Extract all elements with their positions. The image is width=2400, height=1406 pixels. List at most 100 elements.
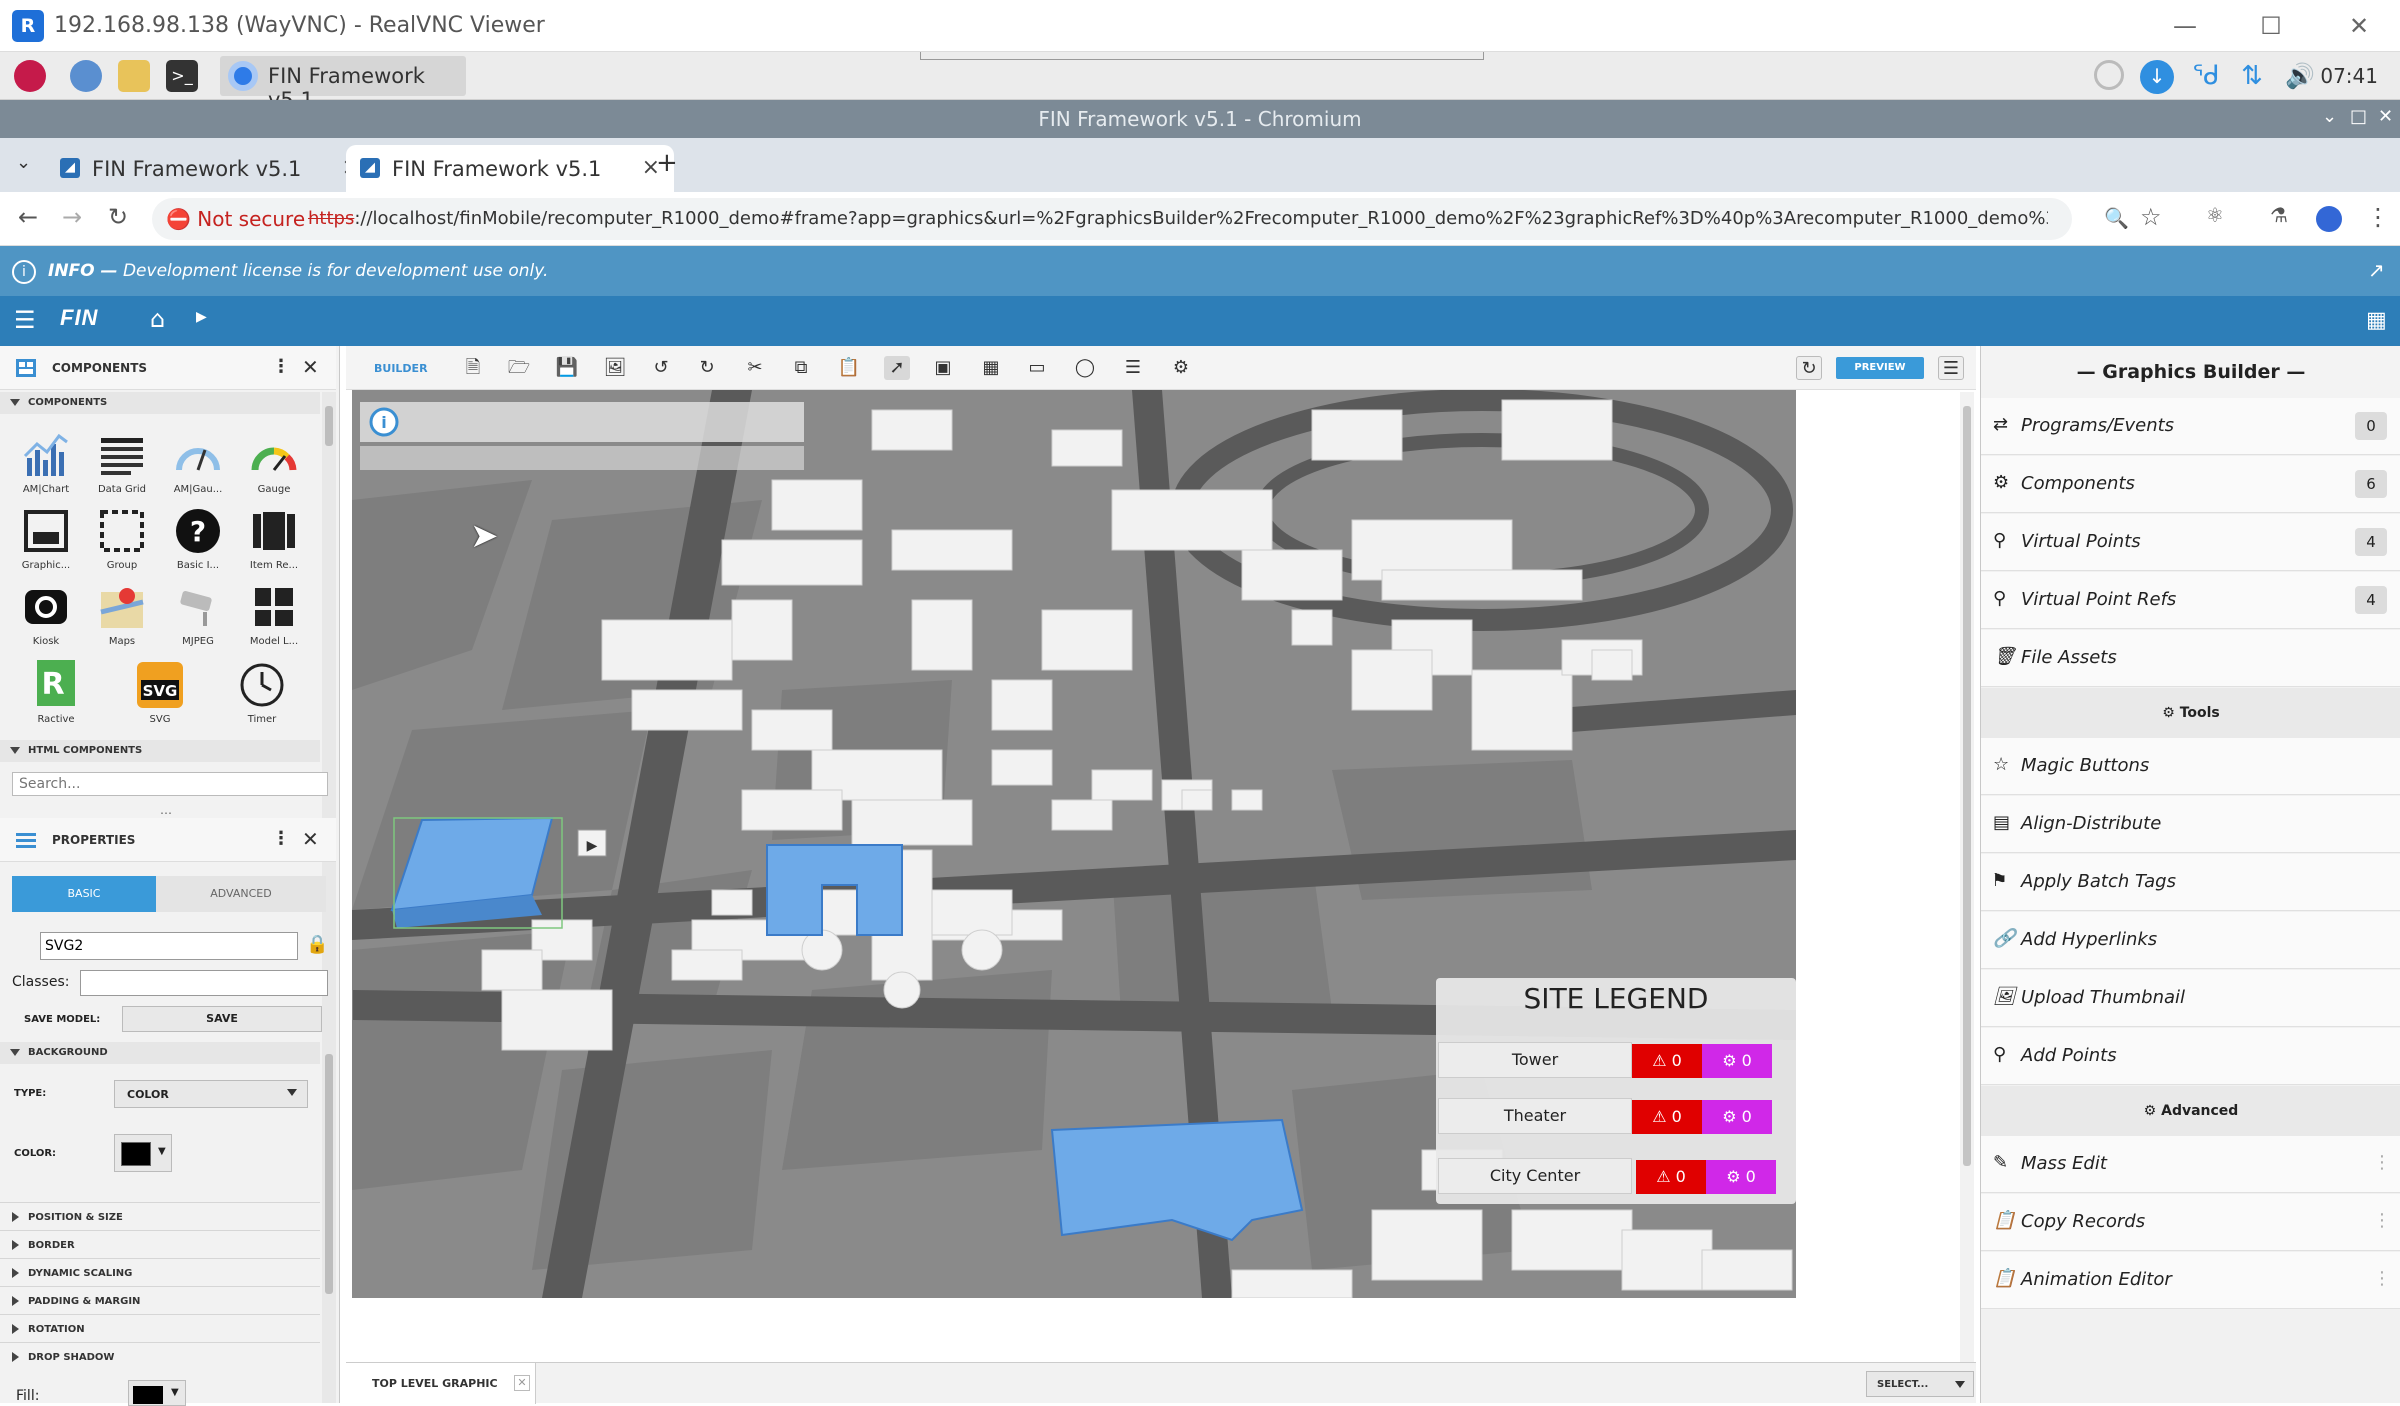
not-secure-badge[interactable]: ⛔ Not secure	[166, 207, 305, 231]
section-border[interactable]: BORDER	[0, 1230, 320, 1258]
redo-icon[interactable]: ↻	[694, 356, 720, 380]
omnibox[interactable]: ⛔ Not secure https://localhost/finMobile…	[152, 198, 2129, 240]
file-assets-item[interactable]: 🗑 File Assets	[1981, 630, 2400, 687]
bookmark-star-icon[interactable]: ☆	[2140, 203, 2162, 231]
zoom-icon[interactable]: 🔍	[2104, 206, 2129, 230]
section-padding-margin[interactable]: PADDING & MARGIN	[0, 1286, 320, 1314]
copy-records-item[interactable]: 📋 Copy Records ⋮	[1981, 1194, 2400, 1251]
properties-panel-menu-icon[interactable]: ⋮	[272, 828, 290, 849]
network-icon[interactable]: ⇅	[2236, 60, 2268, 92]
top-level-graphic-tab[interactable]: TOP LEVEL GRAPHIC	[346, 1363, 536, 1404]
virtual-point-refs-item[interactable]: ⚲ Virtual Point Refs 4	[1981, 572, 2400, 629]
upload-thumbnail-item[interactable]: 🖼 Upload Thumbnail	[1981, 970, 2400, 1027]
properties-panel-close-icon[interactable]: ✕	[302, 827, 319, 851]
apps-grid-icon[interactable]: ▦	[2366, 308, 2387, 333]
breadcrumb-arrow-icon[interactable]: ▶	[196, 309, 207, 325]
new-tab-icon[interactable]: +	[656, 148, 678, 178]
preview-button[interactable]: PREVIEW	[1836, 357, 1924, 379]
component-kiosk[interactable]: Kiosk	[14, 582, 78, 654]
align-distribute-item[interactable]: ▤ Align-Distribute	[1981, 796, 2400, 853]
new-file-icon[interactable]: 🗎	[460, 356, 486, 380]
taskbar-chromium-task[interactable]: FIN Framework v5.1 ..	[220, 56, 466, 112]
alarm-count[interactable]: ⚠ 0	[1632, 1044, 1702, 1078]
adjust-icon[interactable]: ⚙	[1168, 356, 1194, 380]
background-section-header[interactable]: BACKGROUND	[0, 1042, 320, 1064]
select-dropdown[interactable]: SELECT...	[1866, 1371, 1974, 1397]
tab-1[interactable]: ◢ FIN Framework v5.1 ×	[46, 145, 374, 192]
undo-icon[interactable]: ↺	[648, 356, 674, 380]
refresh-icon[interactable]: ↻	[1796, 356, 1822, 380]
section-rotation[interactable]: ROTATION	[0, 1314, 320, 1342]
tab-advanced[interactable]: ADVANCED	[156, 876, 326, 912]
copy-icon[interactable]: ⧉	[788, 356, 814, 380]
share-icon[interactable]: ↗	[2368, 258, 2385, 282]
section-dynamic-scaling[interactable]: DYNAMIC SCALING	[0, 1258, 320, 1286]
legend-row-name[interactable]: Theater	[1438, 1098, 1632, 1134]
alarm-count[interactable]: ⚠ 0	[1632, 1100, 1702, 1134]
legend-row-tower[interactable]: Tower ⚠ 0 ⚙ 0	[1436, 1042, 1796, 1078]
tab-2[interactable]: ◢ FIN Framework v5.1 ×	[346, 145, 674, 192]
reload-icon[interactable]: ↻	[108, 203, 128, 231]
lock-icon[interactable]: 🔒	[306, 934, 328, 955]
components-section-header[interactable]: COMPONENTS	[0, 392, 320, 414]
components-item[interactable]: ⚙ Components 6	[1981, 456, 2400, 513]
component-maps[interactable]: Maps	[90, 582, 154, 654]
background-type-select[interactable]: COLOR	[114, 1080, 308, 1108]
terminal-icon[interactable]: >_	[166, 60, 198, 92]
raspberry-menu-icon[interactable]	[14, 60, 46, 92]
tab-search-icon[interactable]: ⌄	[16, 152, 31, 173]
extensions-icon[interactable]: ⚛	[2206, 203, 2224, 227]
legend-row-name[interactable]: City Center	[1438, 1158, 1632, 1194]
programs-events-item[interactable]: ⇄ Programs/Events 0	[1981, 398, 2400, 455]
file-manager-icon[interactable]	[118, 60, 150, 92]
rectangle-tool-icon[interactable]: ▭	[1024, 356, 1050, 380]
component-data-grid[interactable]: Data Grid	[90, 430, 154, 502]
add-hyperlinks-item[interactable]: 🔗 Add Hyperlinks	[1981, 912, 2400, 969]
components-search-input[interactable]	[12, 772, 328, 796]
skew-icon[interactable]: ▦	[978, 356, 1004, 380]
component-timer[interactable]: Timer	[230, 660, 294, 732]
component-amgauge[interactable]: AM|Gau...	[166, 430, 230, 502]
home-icon[interactable]: ⌂	[150, 305, 165, 333]
fault-count[interactable]: ⚙ 0	[1706, 1160, 1776, 1194]
web-browser-icon[interactable]	[70, 60, 102, 92]
section-drop-shadow[interactable]: DROP SHADOW	[0, 1342, 320, 1370]
component-ractive[interactable]: R Ractive	[24, 660, 88, 732]
fault-count[interactable]: ⚙ 0	[1702, 1100, 1772, 1134]
cut-icon[interactable]: ✂	[742, 356, 768, 380]
window-max-icon[interactable]: □	[2350, 106, 2367, 127]
save-button[interactable]: SAVE	[122, 1006, 322, 1032]
tab-close-icon[interactable]: ✕	[514, 1375, 530, 1391]
window-min-icon[interactable]: ⌄	[2322, 106, 2337, 127]
profile-avatar[interactable]	[2316, 206, 2342, 232]
html-components-section-header[interactable]: HTML COMPONENTS	[0, 740, 320, 762]
image-library-icon[interactable]: 🖼	[602, 356, 628, 380]
component-graphic[interactable]: Graphic...	[14, 506, 78, 578]
layers-icon[interactable]: ☰	[1120, 356, 1146, 380]
animation-editor-item[interactable]: 📋 Animation Editor ⋮	[1981, 1252, 2400, 1309]
components-panel-close-icon[interactable]: ✕	[302, 355, 319, 379]
save-icon[interactable]: 💾	[554, 356, 580, 380]
volume-icon[interactable]: 🔊	[2284, 60, 2316, 92]
components-panel-menu-icon[interactable]: ⋮	[272, 356, 290, 377]
background-color-swatch[interactable]: ▼	[114, 1134, 172, 1172]
browser-menu-icon[interactable]: ⋮	[2366, 203, 2390, 231]
mass-edit-item[interactable]: ✎ Mass Edit ⋮	[1981, 1136, 2400, 1193]
labs-icon[interactable]: ⚗	[2270, 203, 2288, 227]
url-text[interactable]: https://localhost/finMobile/recomputer_R…	[308, 208, 2048, 229]
alarm-count[interactable]: ⚠ 0	[1636, 1160, 1706, 1194]
component-model-layout[interactable]: Model L...	[242, 582, 306, 654]
fault-count[interactable]: ⚙ 0	[1702, 1044, 1772, 1078]
builder-menu-icon[interactable]: ☰	[1938, 356, 1964, 380]
fill-color-swatch[interactable]: ▼	[128, 1380, 186, 1406]
paste-icon[interactable]: 📋	[836, 356, 862, 380]
download-icon[interactable]: ↓	[2140, 60, 2174, 94]
tab-basic[interactable]: BASIC	[12, 876, 156, 912]
component-gauge[interactable]: Gauge	[242, 430, 306, 502]
back-icon[interactable]: ←	[18, 203, 38, 231]
canvas-scrollbar[interactable]	[1960, 392, 1974, 1362]
legend-row-theater[interactable]: Theater ⚠ 0 ⚙ 0	[1436, 1098, 1796, 1134]
component-mjpeg[interactable]: MJPEG	[166, 582, 230, 654]
section-position-size[interactable]: POSITION & SIZE	[0, 1202, 320, 1230]
add-points-item[interactable]: ⚲ Add Points	[1981, 1028, 2400, 1085]
